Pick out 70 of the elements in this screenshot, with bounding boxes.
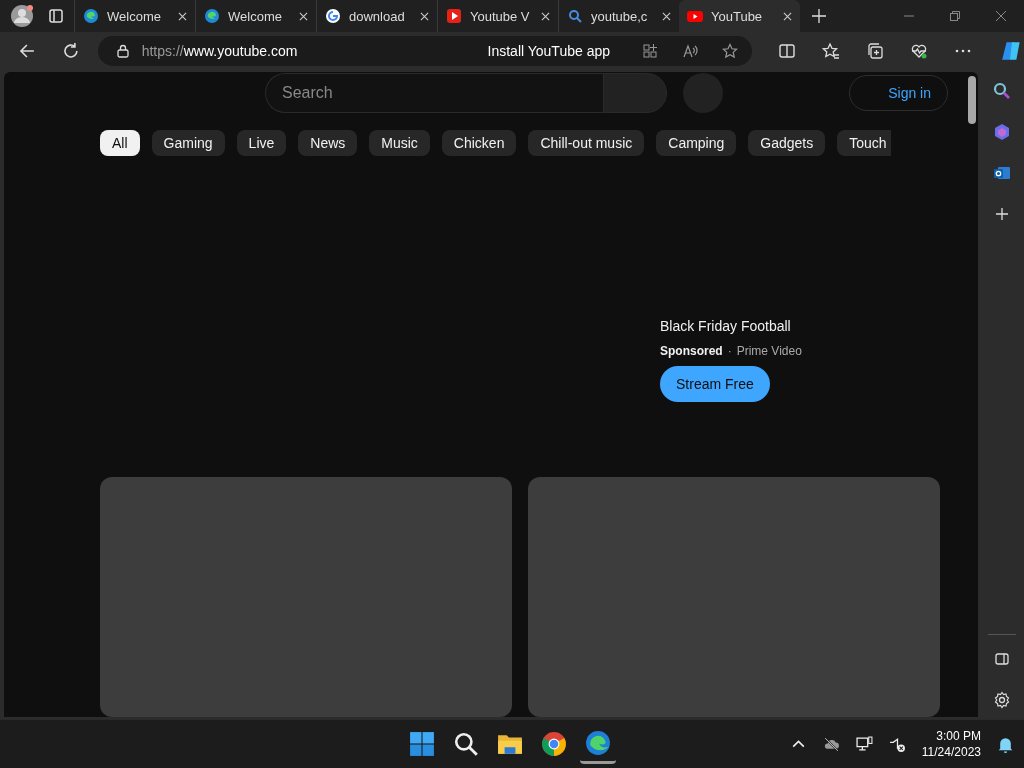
category-chip[interactable]: All bbox=[100, 130, 140, 156]
edge-icon bbox=[204, 8, 220, 24]
outlook-icon[interactable] bbox=[993, 164, 1011, 182]
tab-title: Youtube V bbox=[470, 8, 531, 24]
restore-icon[interactable] bbox=[950, 11, 960, 21]
category-chip[interactable]: Camping bbox=[656, 130, 737, 156]
category-chip[interactable]: Music bbox=[369, 130, 430, 156]
edge-icon bbox=[83, 8, 99, 24]
close-icon[interactable] bbox=[178, 11, 187, 21]
category-chip[interactable]: Gadgets bbox=[748, 130, 826, 156]
read-aloud-icon[interactable] bbox=[682, 43, 698, 59]
close-icon[interactable] bbox=[299, 11, 308, 21]
tab-title: youtube,c bbox=[591, 8, 649, 24]
heartbeat-icon[interactable] bbox=[910, 42, 928, 60]
google-icon bbox=[325, 8, 341, 24]
new-tab-icon[interactable] bbox=[812, 9, 826, 23]
advertiser-name: Prime Video bbox=[736, 344, 802, 358]
search-field[interactable]: Search bbox=[265, 73, 603, 114]
star-icon[interactable] bbox=[722, 43, 738, 59]
separator-dot: · bbox=[727, 344, 732, 358]
search-icon bbox=[567, 8, 583, 24]
close-icon[interactable] bbox=[420, 11, 429, 21]
network-icon[interactable] bbox=[855, 735, 873, 753]
bell-icon[interactable] bbox=[997, 735, 1014, 753]
lock-icon bbox=[115, 44, 130, 58]
close-icon[interactable] bbox=[662, 11, 671, 21]
category-chip[interactable]: News bbox=[298, 130, 358, 156]
edge-icon bbox=[585, 729, 611, 756]
back-icon[interactable] bbox=[18, 42, 36, 60]
address-bar[interactable]: https://www.youtube.com Install YouTube app bbox=[97, 36, 752, 66]
volume-muted-icon[interactable] bbox=[888, 735, 906, 753]
split-screen-icon[interactable] bbox=[778, 42, 796, 60]
hexagon-app-icon[interactable] bbox=[993, 123, 1011, 141]
close-icon[interactable] bbox=[541, 11, 550, 21]
category-chip[interactable]: Touch bbox=[837, 130, 891, 156]
tab-title: download bbox=[349, 8, 406, 24]
collections-icon[interactable] bbox=[866, 42, 884, 60]
stream-free-button[interactable]: Stream Free bbox=[660, 366, 770, 402]
chrome-icon bbox=[541, 731, 567, 757]
browser-tab[interactable]: YouTube bbox=[679, 0, 800, 32]
cloud-off-icon[interactable] bbox=[822, 735, 840, 753]
scrollbar-thumb[interactable] bbox=[968, 76, 976, 124]
windows-icon bbox=[409, 731, 435, 757]
favorites-icon[interactable] bbox=[822, 42, 840, 60]
tab-title: Welcome bbox=[228, 8, 283, 24]
clock-date: 11/24/2023 bbox=[921, 744, 981, 760]
tab-actions-icon[interactable] bbox=[48, 8, 64, 24]
tab-title: YouTube bbox=[711, 8, 764, 24]
refresh-icon[interactable] bbox=[61, 42, 80, 60]
tab-title: Welcome bbox=[107, 8, 162, 24]
close-icon[interactable] bbox=[783, 11, 792, 21]
url-text: https://www.youtube.com bbox=[141, 43, 298, 59]
category-chip[interactable]: Gaming bbox=[151, 130, 225, 156]
profile-icon[interactable] bbox=[10, 4, 34, 28]
search-icon bbox=[453, 731, 479, 757]
sidebar-toggle-icon[interactable] bbox=[993, 650, 1011, 668]
ad-title: Black Friday Football bbox=[660, 318, 791, 334]
category-chip[interactable]: Live bbox=[236, 130, 287, 156]
category-chip[interactable]: Chill-out music bbox=[528, 130, 645, 156]
clock-time: 3:00 PM bbox=[936, 728, 981, 744]
add-icon[interactable] bbox=[993, 205, 1011, 223]
close-icon[interactable] bbox=[996, 11, 1006, 21]
play-icon bbox=[446, 8, 462, 24]
sponsored-label: Sponsored bbox=[660, 344, 723, 358]
settings-icon[interactable] bbox=[993, 691, 1011, 709]
install-app-link[interactable]: Install YouTube app bbox=[487, 43, 610, 59]
youtube-icon bbox=[687, 8, 703, 24]
app-grid-icon[interactable] bbox=[642, 43, 658, 59]
category-chip[interactable]: Chicken bbox=[441, 130, 517, 156]
search-icon[interactable] bbox=[993, 82, 1011, 100]
